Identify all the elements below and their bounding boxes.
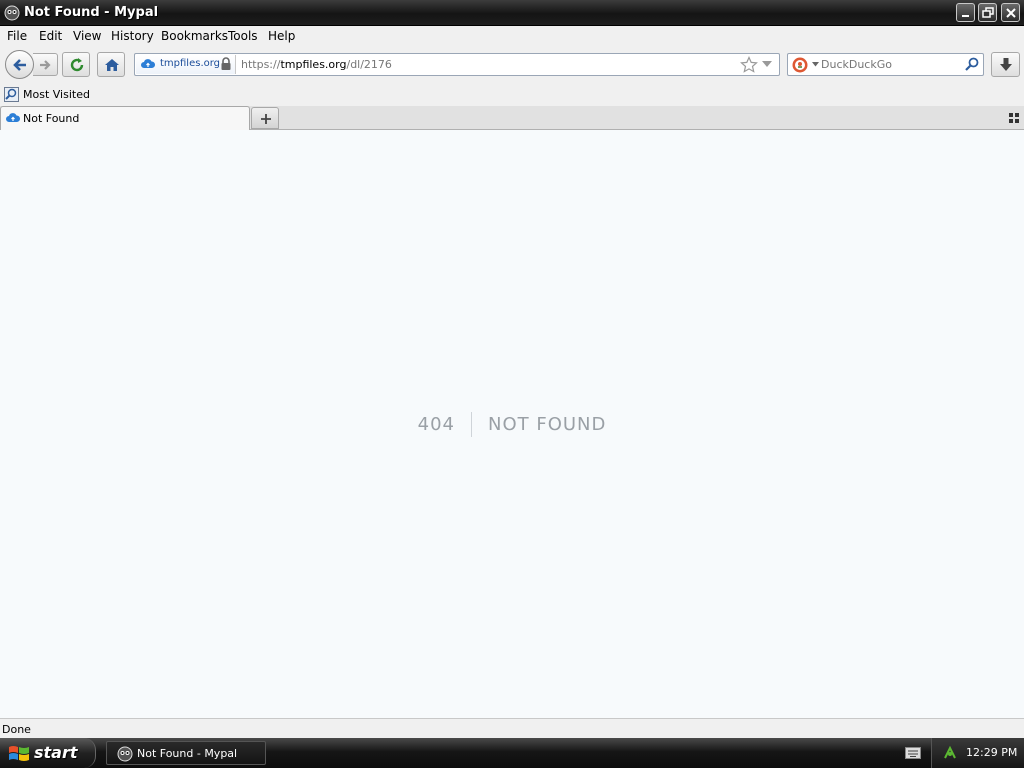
status-bar: Done xyxy=(0,718,1024,738)
list-all-tabs-icon[interactable] xyxy=(1009,113,1019,123)
menu-edit[interactable]: Edit xyxy=(39,29,62,43)
start-button[interactable]: start xyxy=(0,738,96,768)
system-tray: 12:29 PM xyxy=(931,738,1024,768)
search-input[interactable] xyxy=(821,56,961,73)
minimize-icon xyxy=(962,15,969,17)
error-text: NOT FOUND xyxy=(487,413,607,435)
taskbar-item-mypal[interactable]: Not Found - Mypal xyxy=(106,741,266,765)
app-icon xyxy=(117,746,133,762)
url-path: /dl/2176 xyxy=(346,58,392,71)
bookmark-label: Most Visited xyxy=(23,88,90,101)
menu-history[interactable]: History xyxy=(111,29,154,43)
url-scheme: https:// xyxy=(241,58,281,71)
identity-host: tmpfiles.org xyxy=(160,58,221,69)
minimize-button[interactable] xyxy=(956,3,975,22)
bookmarks-toolbar: Most Visited xyxy=(0,84,1024,106)
url-text: https://tmpfiles.org/dl/2176 xyxy=(241,58,392,71)
forward-icon xyxy=(40,60,51,70)
reload-button[interactable] xyxy=(62,52,90,77)
taskbar: start Not Found - Mypal 12:29 PM xyxy=(0,738,1024,768)
forward-button[interactable] xyxy=(33,53,58,76)
home-button[interactable] xyxy=(97,52,125,77)
menu-bar: File Edit View History Bookmarks Tools H… xyxy=(0,26,1024,47)
error-message: 404 NOT FOUND xyxy=(0,130,1024,718)
new-tab-icon xyxy=(261,114,271,124)
cloud-icon xyxy=(141,59,155,68)
menu-help[interactable]: Help xyxy=(268,29,295,43)
close-icon xyxy=(1006,8,1016,18)
restore-button[interactable] xyxy=(978,3,997,22)
navigation-toolbar: tmpfiles.org https://tmpfiles.org/dl/217… xyxy=(0,47,1024,84)
status-text: Done xyxy=(2,723,31,736)
window-title: Not Found - Mypal xyxy=(24,5,159,20)
search-bar xyxy=(787,53,984,76)
taskbar-item-label: Not Found - Mypal xyxy=(137,747,238,760)
menu-bookmarks[interactable]: Bookmarks xyxy=(161,29,228,43)
address-bar[interactable]: tmpfiles.org https://tmpfiles.org/dl/217… xyxy=(134,53,780,76)
page-content: 404 NOT FOUND xyxy=(0,130,1024,718)
keyboard-icon[interactable] xyxy=(905,747,921,759)
download-icon xyxy=(1000,58,1012,71)
error-code: 404 xyxy=(417,413,455,435)
home-icon xyxy=(105,59,119,71)
tab-not-found[interactable]: Not Found xyxy=(0,106,250,130)
lock-icon xyxy=(221,57,231,70)
menu-tools[interactable]: Tools xyxy=(228,29,258,43)
app-icon xyxy=(4,5,20,21)
title-bar[interactable]: Not Found - Mypal xyxy=(0,0,1024,26)
downloads-button[interactable] xyxy=(991,52,1020,77)
dropdown-icon[interactable] xyxy=(762,61,772,68)
back-icon xyxy=(13,59,26,71)
star-icon[interactable] xyxy=(740,56,758,74)
tray-network-icon[interactable] xyxy=(942,745,958,761)
url-domain: tmpfiles.org xyxy=(280,58,347,71)
menu-view[interactable]: View xyxy=(73,29,101,43)
windows-flag-icon xyxy=(9,746,29,761)
clock[interactable]: 12:29 PM xyxy=(966,746,1017,759)
most-visited-icon xyxy=(4,87,19,102)
close-button[interactable] xyxy=(1001,3,1020,22)
search-icon[interactable] xyxy=(965,57,979,71)
duckduckgo-icon[interactable] xyxy=(792,57,808,73)
restore-icon xyxy=(982,7,994,18)
dropdown-icon[interactable] xyxy=(812,62,819,67)
site-identity-button[interactable]: tmpfiles.org xyxy=(136,55,236,74)
start-label: start xyxy=(34,743,78,762)
menu-file[interactable]: File xyxy=(7,29,27,43)
new-tab-button[interactable] xyxy=(251,107,279,129)
reload-icon xyxy=(70,58,84,72)
cloud-icon xyxy=(6,113,20,122)
tab-label: Not Found xyxy=(23,112,80,125)
tab-strip: Not Found xyxy=(0,106,1024,130)
back-button[interactable] xyxy=(5,50,34,79)
